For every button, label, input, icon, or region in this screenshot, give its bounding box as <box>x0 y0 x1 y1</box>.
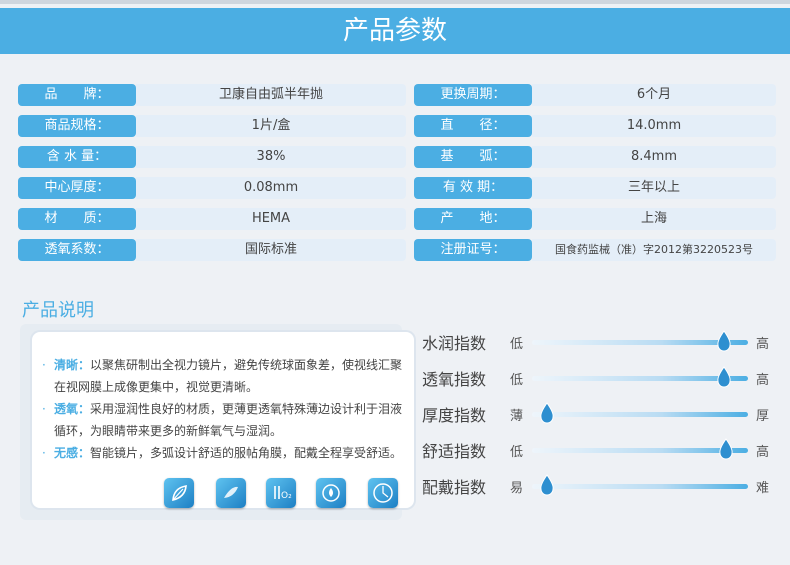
param-value: 国际标准 <box>136 239 406 261</box>
index-name: 厚度指数 <box>422 406 487 425</box>
o2-label: O₂ <box>281 491 292 501</box>
index-row: 厚度指数 薄 厚 <box>422 398 782 434</box>
param-label: 透氧系数： <box>18 239 136 261</box>
param-label: 注册证号： <box>414 239 532 261</box>
param-label: 中心厚度： <box>18 177 136 199</box>
param-value: HEMA <box>136 208 406 230</box>
description-heading: 透氧： <box>54 402 91 416</box>
description-title: 产品说明 <box>22 300 94 321</box>
index-row: 透氧指数 低 高 <box>422 362 782 398</box>
params-table: 品 牌： 卫康自由弧半年抛 更换周期： 6个月 商品规格： 1片/盒直 径： 14.0mm 含… <box>18 84 776 270</box>
lens-leaf-icon <box>164 478 194 508</box>
param-label: 基 弧： <box>414 146 532 168</box>
description-panel: · 清晰：以聚焦研制出全视力镜片，避免传统球面象差，使视线汇聚在视网膜上成像更集中… <box>20 324 414 520</box>
index-track <box>532 366 748 388</box>
param-label: 材 质： <box>18 208 136 230</box>
droplet-icon <box>539 474 555 496</box>
param-label: 商品规格： <box>18 115 136 137</box>
param-label: 品 牌： <box>18 84 136 106</box>
param-value: 38% <box>136 146 406 168</box>
param-value: 1片/盒 <box>136 115 406 137</box>
index-min-label: 低 <box>510 445 524 460</box>
index-track <box>532 402 748 424</box>
index-track <box>532 474 748 496</box>
lens-shine-icon <box>216 478 246 508</box>
param-value: 上海 <box>532 208 776 230</box>
top-divider <box>0 0 790 4</box>
param-value: 卫康自由弧半年抛 <box>136 84 406 106</box>
param-label: 含 水 量： <box>18 146 136 168</box>
index-min-label: 低 <box>510 373 524 388</box>
comfort-ring-icon <box>368 478 398 508</box>
index-max-label: 高 <box>756 445 770 460</box>
droplet-icon <box>716 366 732 388</box>
oxygen-o2-icon: O₂ <box>266 478 296 508</box>
param-value: 6个月 <box>532 84 776 106</box>
param-label: 更换周期： <box>414 84 532 106</box>
index-row: 配戴指数 易 难 <box>422 470 782 506</box>
description-body: 智能镜片，多弧设计舒适的服帖角膜，配戴全程享受舒适。 <box>90 446 403 460</box>
index-min-label: 低 <box>510 337 524 352</box>
index-name: 配戴指数 <box>422 478 487 497</box>
param-label: 产 地： <box>414 208 532 230</box>
param-value: 0.08mm <box>136 177 406 199</box>
param-row: 材 质： HEMA 产 地： 上海 <box>18 208 776 230</box>
index-name: 舒适指数 <box>422 442 487 461</box>
param-value: 8.4mm <box>532 146 776 168</box>
description-card: · 清晰：以聚焦研制出全视力镜片，避免传统球面象差，使视线汇聚在视网膜上成像更集中… <box>32 332 414 508</box>
index-sliders: 水润指数低高透氧指数低高厚度指数薄厚舒适指数低高配戴指数易难 <box>422 326 782 506</box>
index-min-label: 易 <box>510 481 524 496</box>
param-row: 透氧系数： 国际标准 注册证号： 国食药监械（准）字2012第3220523号 <box>18 239 776 261</box>
droplet-icon <box>718 438 734 460</box>
description-item: · 透氧：采用湿润性良好的材质，更薄更透氧特殊薄边设计利于泪液循环，为眼睛带来更多… <box>42 398 408 442</box>
bullet-icon: · <box>42 446 46 460</box>
droplet-icon <box>539 402 555 424</box>
bullet-icon: · <box>42 402 46 416</box>
param-label: 直 径： <box>414 115 532 137</box>
moisture-icon <box>316 478 346 508</box>
index-row: 舒适指数 低 高 <box>422 434 782 470</box>
index-max-label: 难 <box>756 481 770 496</box>
index-row: 水润指数 低 高 <box>422 326 782 362</box>
index-min-label: 薄 <box>510 409 524 424</box>
index-track <box>532 438 748 460</box>
param-row: 中心厚度： 0.08mm 有 效 期： 三年以上 <box>18 177 776 199</box>
droplet-icon <box>716 330 732 352</box>
param-value: 三年以上 <box>532 177 776 199</box>
page-title: 产品参数 <box>0 8 790 54</box>
description-body: 以聚焦研制出全视力镜片，避免传统球面象差，使视线汇聚在视网膜上成像更集中，视觉更… <box>54 358 403 394</box>
param-value: 14.0mm <box>532 115 776 137</box>
description-heading: 清晰： <box>54 358 91 372</box>
description-text: · 清晰：以聚焦研制出全视力镜片，避免传统球面象差，使视线汇聚在视网膜上成像更集中… <box>42 354 408 464</box>
description-body: 采用湿润性良好的材质，更薄更透氧特殊薄边设计利于泪液循环，为眼睛带来更多的新鲜氧… <box>54 402 403 438</box>
description-heading: 无感： <box>54 446 91 460</box>
index-max-label: 高 <box>756 373 770 388</box>
bullet-icon: · <box>42 358 46 372</box>
param-value: 国食药监械（准）字2012第3220523号 <box>532 239 776 261</box>
param-row: 品 牌： 卫康自由弧半年抛 更换周期： 6个月 <box>18 84 776 106</box>
index-name: 水润指数 <box>422 334 487 353</box>
index-track <box>532 330 748 352</box>
param-row: 含 水 量： 38% 基 弧： 8.4mm <box>18 146 776 168</box>
description-item: · 无感：智能镜片，多弧设计舒适的服帖角膜，配戴全程享受舒适。 <box>42 442 408 464</box>
description-item: · 清晰：以聚焦研制出全视力镜片，避免传统球面象差，使视线汇聚在视网膜上成像更集中… <box>42 354 408 398</box>
index-name: 透氧指数 <box>422 370 487 389</box>
param-row: 商品规格： 1片/盒直 径： 14.0mm <box>18 115 776 137</box>
param-label: 有 效 期： <box>414 177 532 199</box>
index-max-label: 厚 <box>756 409 770 424</box>
index-max-label: 高 <box>756 337 770 352</box>
